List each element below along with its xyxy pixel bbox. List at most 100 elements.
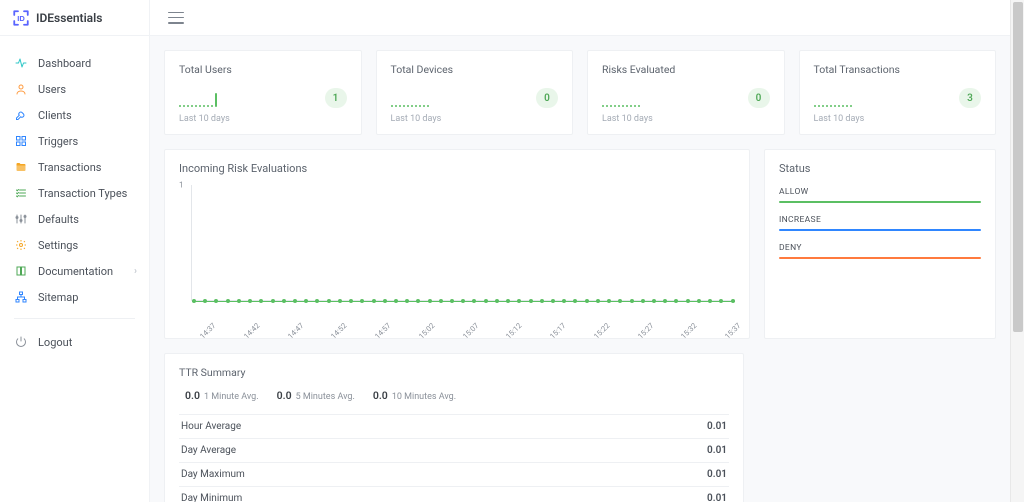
chart-point xyxy=(192,299,196,303)
chart-point xyxy=(271,299,275,303)
chart-point xyxy=(259,299,263,303)
chart-point xyxy=(203,299,207,303)
stat-subtitle: Last 10 days xyxy=(814,114,982,124)
chart-point xyxy=(214,299,218,303)
chart-xtick: 15:32 xyxy=(679,321,699,341)
chart-point xyxy=(360,299,364,303)
chart-point xyxy=(697,299,701,303)
logout-label: Logout xyxy=(38,336,72,349)
sidebar-item-transaction-types[interactable]: Transaction Types xyxy=(0,180,149,206)
ttr-row-value: 0.01 xyxy=(585,463,729,487)
ttr-metric-label: 1 Minute Avg. xyxy=(204,392,259,402)
sidebar: ID IDEssentials Dashboard Users ClientsTri… xyxy=(0,0,150,502)
chart-point xyxy=(708,299,712,303)
main-content: Total Users1Last 10 daysTotal Devices0La… xyxy=(150,36,1010,502)
scrollbar-thumb[interactable] xyxy=(1013,2,1023,332)
status-label: ALLOW xyxy=(779,187,981,197)
sidebar-item-label: Users xyxy=(38,83,66,96)
chart-point xyxy=(282,299,286,303)
sidebar-item-sitemap[interactable]: Sitemap xyxy=(0,284,149,310)
user-icon xyxy=(14,82,28,96)
sidebar-item-label: Transaction Types xyxy=(38,187,127,200)
sidebar-separator xyxy=(14,318,135,319)
table-row: Day Minimum0.01 xyxy=(179,487,729,502)
chart-point xyxy=(607,299,611,303)
ttr-metric: 0.01 Minute Avg. xyxy=(185,389,259,402)
ttr-metric-value: 0.0 xyxy=(277,389,292,402)
chart-point xyxy=(304,299,308,303)
logout-button[interactable]: Logout xyxy=(0,329,149,355)
chart-point xyxy=(383,299,387,303)
chart-point xyxy=(248,299,252,303)
stat-title: Total Transactions xyxy=(814,63,982,76)
chart-point xyxy=(327,299,331,303)
chevron-right-icon: › xyxy=(134,266,137,277)
chart-xtick: 14:42 xyxy=(242,321,262,341)
ttr-metric-label: 10 Minutes Avg. xyxy=(392,392,456,402)
grid-icon xyxy=(14,134,28,148)
chart-point xyxy=(630,299,634,303)
chart-point xyxy=(517,299,521,303)
scrollbar-vertical[interactable] xyxy=(1010,0,1024,502)
chart-point xyxy=(562,299,566,303)
ttr-row-value: 0.01 xyxy=(585,415,729,439)
chart-point xyxy=(372,299,376,303)
brand[interactable]: ID IDEssentials xyxy=(0,0,149,36)
sidebar-item-transactions[interactable]: Transactions xyxy=(0,154,149,180)
status-bar xyxy=(779,229,981,231)
chart-point xyxy=(585,299,589,303)
stat-card: Risks Evaluated0Last 10 days xyxy=(587,50,785,135)
chart-point xyxy=(573,299,577,303)
chart-xtick: 15:37 xyxy=(723,321,743,341)
chart-xtick: 14:37 xyxy=(198,321,218,341)
status-bar xyxy=(779,201,981,203)
sparkline xyxy=(814,90,924,108)
chart-point xyxy=(405,299,409,303)
chart-point xyxy=(529,299,533,303)
status-item-deny: DENY xyxy=(779,243,981,259)
chart-point xyxy=(461,299,465,303)
stat-cards-row: Total Users1Last 10 daysTotal Devices0La… xyxy=(164,50,996,135)
stat-subtitle: Last 10 days xyxy=(179,114,347,124)
sparkline xyxy=(391,90,501,108)
status-title: Status xyxy=(779,162,981,175)
sliders-icon xyxy=(14,212,28,226)
sidebar-item-defaults[interactable]: Defaults xyxy=(0,206,149,232)
sidebar-item-documentation[interactable]: Documentation › xyxy=(0,258,149,284)
sidebar-item-label: Documentation xyxy=(38,265,113,278)
sidebar-item-dashboard[interactable]: Dashboard xyxy=(0,50,149,76)
sparkline xyxy=(602,90,712,108)
sparkline xyxy=(179,90,289,108)
stat-card: Total Devices0Last 10 days xyxy=(376,50,574,135)
sidebar-item-triggers[interactable]: Triggers xyxy=(0,128,149,154)
brand-logo-icon: ID xyxy=(12,9,30,27)
chart-title: Incoming Risk Evaluations xyxy=(179,162,735,175)
ttr-metric-label: 5 Minutes Avg. xyxy=(296,392,355,402)
chart-point xyxy=(506,299,510,303)
sidebar-item-label: Settings xyxy=(38,239,78,252)
chart-xtick: 14:57 xyxy=(373,321,393,341)
chart-point xyxy=(226,299,230,303)
chart-point xyxy=(674,299,678,303)
chart-xtick: 15:07 xyxy=(460,321,480,341)
status-bar xyxy=(779,257,981,259)
ttr-row-label: Hour Average xyxy=(179,415,585,439)
chart-xtick: 15:22 xyxy=(592,321,612,341)
stat-subtitle: Last 10 days xyxy=(602,114,770,124)
wrench-icon xyxy=(14,108,28,122)
table-row: Day Average0.01 xyxy=(179,439,729,463)
sidebar-item-label: Sitemap xyxy=(38,291,78,304)
ttr-metric: 0.0 5 Minutes Avg. xyxy=(277,389,355,402)
sidebar-item-label: Dashboard xyxy=(38,57,91,70)
chart-point xyxy=(293,299,297,303)
topbar xyxy=(150,0,1010,36)
ttr-card: TTR Summary 0.01 Minute Avg.0.05 Minutes… xyxy=(164,353,744,502)
ttr-metric-value: 0.0 xyxy=(373,389,388,402)
sidebar-item-clients[interactable]: Clients xyxy=(0,102,149,128)
ttr-title: TTR Summary xyxy=(179,366,729,379)
sidebar-item-settings[interactable]: Settings xyxy=(0,232,149,258)
menu-toggle-button[interactable] xyxy=(168,12,184,24)
chart-point xyxy=(349,299,353,303)
sidebar-item-users[interactable]: Users xyxy=(0,76,149,102)
chart-point xyxy=(338,299,342,303)
